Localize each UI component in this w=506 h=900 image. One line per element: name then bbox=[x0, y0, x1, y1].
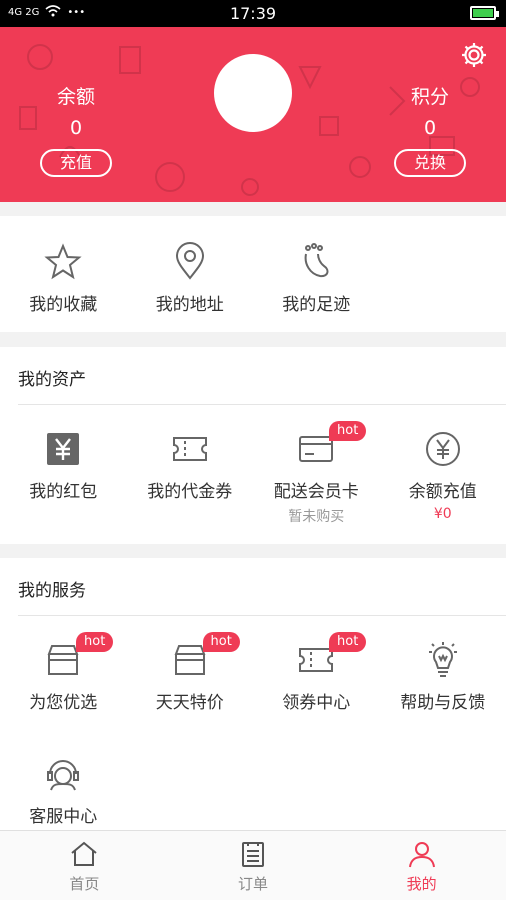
quick-link-favorites[interactable]: 我的收藏 bbox=[0, 242, 127, 315]
tab-label: 订单 bbox=[238, 875, 269, 893]
lightbulb-icon bbox=[428, 642, 457, 677]
asset-member-card[interactable]: hot 配送会员卡 暂未购买 bbox=[253, 421, 380, 526]
quick-link-footprint[interactable]: 我的足迹 bbox=[253, 242, 380, 315]
services-card: 我的服务 hot 为您优选 hot 天天特价 hot 领券中心 帮助与反馈 客服… bbox=[0, 558, 506, 830]
services-title: 我的服务 bbox=[18, 581, 86, 601]
points-block: 积分 0 兑换 bbox=[360, 82, 500, 177]
points-value: 0 bbox=[423, 117, 437, 139]
red-packet-icon bbox=[47, 433, 80, 465]
asset-sub: 暂未购买 bbox=[288, 509, 345, 525]
tab-label: 我的 bbox=[406, 875, 437, 893]
tab-home[interactable]: 首页 bbox=[0, 831, 169, 900]
service-coupon-center[interactable]: hot 领券中心 bbox=[253, 632, 380, 713]
footprint-icon bbox=[304, 243, 329, 278]
asset-label: 余额充值 bbox=[408, 482, 477, 502]
asset-label: 我的代金券 bbox=[147, 482, 233, 502]
hot-badge: hot bbox=[202, 632, 240, 652]
customer-service-icon bbox=[47, 760, 80, 791]
points-label: 积分 bbox=[410, 86, 449, 108]
asset-label: 配送会员卡 bbox=[273, 482, 359, 502]
divider bbox=[18, 615, 506, 616]
service-help-feedback[interactable]: 帮助与反馈 bbox=[380, 640, 506, 713]
profile-header: 余额 0 充值 积分 0 兑换 bbox=[0, 27, 506, 202]
quick-links-card: 我的收藏 我的地址 我的足迹 bbox=[0, 216, 506, 332]
asset-balance-recharge[interactable]: 余额充值 ¥0 bbox=[380, 429, 506, 526]
assets-title: 我的资产 bbox=[18, 370, 86, 390]
balance-value: 0 bbox=[69, 117, 83, 139]
status-bar: 4G 2G ••• 17:39 bbox=[0, 0, 506, 27]
service-customer-center[interactable]: 客服中心 bbox=[0, 754, 127, 827]
asset-label: 我的红包 bbox=[29, 482, 98, 502]
assets-card: 我的资产 我的红包 我的代金券 hot 配送会员卡 暂未购买 余额充值 ¥0 bbox=[0, 347, 506, 544]
service-daily-deals[interactable]: hot 天天特价 bbox=[127, 632, 254, 713]
home-icon bbox=[71, 841, 97, 866]
service-label: 为您优选 bbox=[29, 693, 98, 713]
user-icon bbox=[408, 842, 435, 868]
service-label: 天天特价 bbox=[155, 693, 224, 713]
service-preferred[interactable]: hot 为您优选 bbox=[0, 632, 127, 713]
voucher-icon bbox=[172, 437, 207, 461]
bottom-tab-bar: 首页 订单 我的 bbox=[0, 830, 506, 900]
star-icon bbox=[44, 243, 82, 280]
quick-link-label: 我的足迹 bbox=[282, 295, 351, 315]
hot-badge: hot bbox=[329, 421, 367, 441]
exchange-button[interactable]: 兑换 bbox=[394, 149, 466, 177]
tab-label: 首页 bbox=[69, 875, 100, 893]
asset-voucher[interactable]: 我的代金券 bbox=[127, 429, 254, 526]
tab-mine[interactable]: 我的 bbox=[337, 831, 506, 900]
balance-block: 余额 0 充值 bbox=[6, 82, 146, 177]
service-label: 客服中心 bbox=[29, 807, 98, 827]
hot-badge: hot bbox=[76, 632, 114, 652]
quick-link-label: 我的地址 bbox=[155, 295, 224, 315]
battery-icon bbox=[470, 6, 499, 20]
settings-gear-icon[interactable] bbox=[460, 41, 488, 69]
balance-label: 余额 bbox=[56, 86, 95, 108]
asset-sub: ¥0 bbox=[433, 506, 452, 522]
order-list-icon bbox=[242, 842, 264, 867]
divider bbox=[18, 404, 506, 405]
yen-circle-icon bbox=[425, 432, 460, 466]
hot-badge: hot bbox=[329, 632, 367, 652]
quick-link-label: 我的收藏 bbox=[29, 295, 98, 315]
status-time: 17:39 bbox=[229, 4, 277, 23]
asset-red-packet[interactable]: 我的红包 bbox=[0, 429, 127, 526]
service-label: 领券中心 bbox=[282, 693, 351, 713]
service-label: 帮助与反馈 bbox=[400, 693, 486, 713]
tab-orders[interactable]: 订单 bbox=[169, 831, 338, 900]
recharge-button[interactable]: 充值 bbox=[40, 149, 112, 177]
location-pin-icon bbox=[175, 242, 204, 280]
quick-link-address[interactable]: 我的地址 bbox=[127, 242, 254, 315]
avatar[interactable] bbox=[214, 54, 292, 132]
